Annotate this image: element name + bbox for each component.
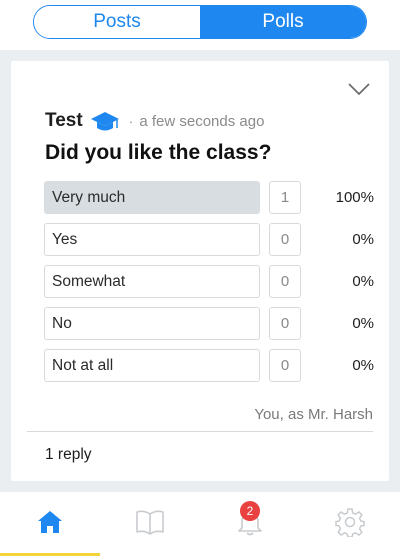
option-percent: 0% bbox=[352, 231, 374, 248]
post-meta: Test · a few seconds ago bbox=[45, 109, 264, 133]
author-name[interactable]: Test bbox=[45, 110, 83, 132]
home-icon bbox=[38, 511, 62, 533]
gear-icon bbox=[335, 508, 365, 537]
poll-option: Yes 0 0% bbox=[44, 223, 374, 256]
notification-badge: 2 bbox=[240, 501, 260, 521]
chevron-down-icon[interactable] bbox=[347, 81, 371, 97]
post-timestamp: a few seconds ago bbox=[139, 112, 265, 130]
poll-option: Not at all 0 0% bbox=[44, 349, 374, 382]
posts-polls-toggle: Posts Polls bbox=[33, 5, 367, 39]
graduation-cap-icon bbox=[90, 112, 119, 131]
option-percent: 0% bbox=[352, 273, 374, 290]
nav-settings[interactable] bbox=[300, 492, 400, 552]
tab-polls[interactable]: Polls bbox=[200, 6, 366, 38]
book-icon bbox=[136, 510, 164, 535]
bottom-nav: 2 bbox=[0, 492, 400, 556]
nav-library[interactable] bbox=[100, 492, 200, 552]
option-percent: 100% bbox=[335, 189, 374, 206]
option-label[interactable]: Somewhat bbox=[44, 265, 260, 298]
poll-option: Very much 1 100% bbox=[44, 181, 374, 214]
poll-card: Test · a few seconds ago Did you like th… bbox=[11, 61, 389, 481]
option-count: 1 bbox=[269, 181, 301, 214]
option-label[interactable]: Yes bbox=[44, 223, 260, 256]
nav-home[interactable] bbox=[0, 492, 100, 552]
poster-byline: You, as Mr. Harsh bbox=[254, 406, 373, 423]
card-divider bbox=[27, 431, 373, 432]
tab-posts[interactable]: Posts bbox=[34, 6, 200, 38]
option-count: 0 bbox=[269, 223, 301, 256]
option-percent: 0% bbox=[352, 357, 374, 374]
poll-option: Somewhat 0 0% bbox=[44, 265, 374, 298]
poll-question: Did you like the class? bbox=[45, 141, 272, 164]
option-count: 0 bbox=[269, 307, 301, 340]
option-label[interactable]: No bbox=[44, 307, 260, 340]
poll-option: No 0 0% bbox=[44, 307, 374, 340]
option-count: 0 bbox=[269, 265, 301, 298]
option-count: 0 bbox=[269, 349, 301, 382]
replies-link[interactable]: 1 reply bbox=[45, 446, 92, 464]
meta-separator: · bbox=[128, 113, 134, 129]
option-label[interactable]: Very much bbox=[44, 181, 260, 214]
top-bar: Posts Polls bbox=[0, 0, 400, 50]
option-percent: 0% bbox=[352, 315, 374, 332]
option-label[interactable]: Not at all bbox=[44, 349, 260, 382]
